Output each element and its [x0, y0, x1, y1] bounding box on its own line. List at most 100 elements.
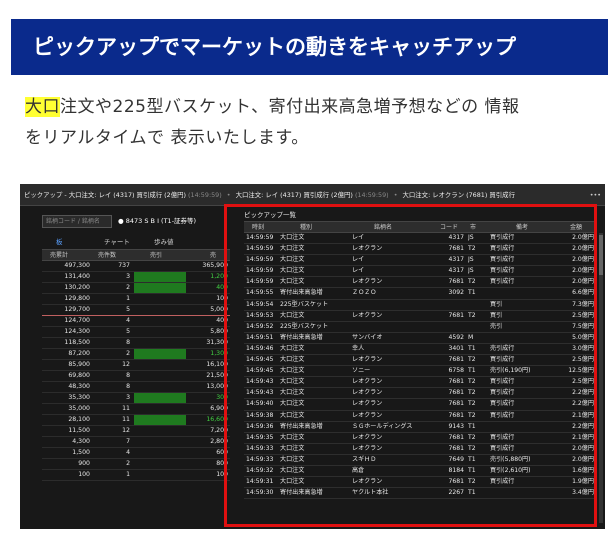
bar-cell [134, 261, 186, 271]
table-row[interactable]: 4,300 7 2,800 [42, 437, 230, 448]
description-line1: 注文や225型バスケット、寄付出来高急増予想などの 情報 [60, 97, 520, 117]
count-cell: 2 [126, 284, 130, 291]
cumulative-cell: 28,100 [68, 416, 90, 423]
stock-name: ● 8473 S B I (T1-証券等) [118, 217, 197, 225]
count-cell: 2 [126, 350, 130, 357]
bar-cell [134, 382, 186, 392]
ticker-time: (14:59:59) [354, 191, 389, 199]
col-header: 売件数 [98, 252, 117, 259]
cumulative-cell: 87,200 [68, 350, 90, 357]
ticker-item[interactable]: 大口注文: レイ (4317) 買引成行 (2億円) [236, 191, 353, 199]
ticker-time: (14:59:59) [188, 191, 222, 199]
qty-cell: 21,500 [206, 372, 228, 379]
description-line2: をリアルタイムで 表示いたします。 [25, 128, 309, 148]
ticker-item[interactable]: 大口注文: レオクラン (7681) 買引成行 [403, 191, 515, 199]
table-row[interactable]: 48,300 8 13,000 [42, 382, 230, 393]
cumulative-cell: 35,300 [68, 394, 90, 401]
cumulative-cell: 131,400 [64, 273, 90, 280]
ticker-bar: ピックアップ - 大口注文: レイ (4317) 買引成行 (2億円) (14:… [20, 184, 605, 206]
count-cell: 2 [126, 460, 130, 467]
bar-cell [134, 360, 186, 370]
bar-cell [134, 470, 186, 480]
count-cell: 8 [126, 372, 130, 379]
qty-cell: 13,000 [206, 383, 228, 390]
qty-cell: 300 [216, 394, 228, 401]
description-highlight: 大口 [25, 97, 60, 117]
table-row[interactable]: 497,300 737 365,900 [42, 261, 230, 272]
scrollbar[interactable] [599, 233, 603, 523]
col-header: 売引 [150, 252, 163, 259]
count-cell: 4 [126, 449, 130, 456]
cumulative-cell: 118,500 [64, 339, 90, 346]
count-cell: 1 [126, 295, 130, 302]
bar-cell [134, 283, 186, 293]
count-cell: 5 [126, 328, 130, 335]
menu-icon[interactable]: ••• [590, 184, 601, 205]
bar-cell [134, 459, 186, 469]
banner-title: ピックアップでマーケットの動きをキャッチアップ [11, 19, 608, 75]
table-row[interactable]: 900 2 800 [42, 459, 230, 470]
count-cell: 11 [122, 416, 130, 423]
qty-cell: 31,300 [206, 339, 228, 346]
cumulative-cell: 130,200 [64, 284, 90, 291]
qty-cell: 400 [216, 317, 228, 324]
stock-code-input[interactable]: 銘柄コード / 銘柄名 [42, 215, 112, 228]
bar-cell [134, 305, 186, 315]
cumulative-cell: 11,500 [68, 427, 90, 434]
count-cell: 7 [126, 438, 130, 445]
cumulative-cell: 129,800 [64, 295, 90, 302]
qty-cell: 7,200 [210, 427, 228, 434]
table-row[interactable]: 129,800 1 100 [42, 294, 230, 305]
table-row[interactable]: 69,800 8 21,500 [42, 371, 230, 382]
tab-chart[interactable]: チャート [104, 236, 130, 248]
table-row[interactable]: 11,500 12 7,200 [42, 426, 230, 437]
table-row[interactable]: 1,500 4 600 [42, 448, 230, 459]
table-row[interactable]: 87,200 2 1,300 [42, 349, 230, 360]
cumulative-cell: 100 [78, 471, 90, 478]
table-row[interactable]: 35,000 11 6,900 [42, 404, 230, 415]
count-cell: 737 [118, 262, 130, 269]
panel-tabs: 板 チャート 歩み値 [42, 236, 230, 248]
qty-cell: 400 [216, 284, 228, 291]
order-book-rows: 497,300 737 365,900 131,400 3 1,200 130,200 2 40… [42, 261, 230, 481]
bar-cell [134, 437, 186, 447]
table-row[interactable]: 124,300 5 5,800 [42, 327, 230, 338]
count-cell: 1 [126, 471, 130, 478]
description: 大口注文や225型バスケット、寄付出来高急増予想などの 情報 をリアルタイムで … [25, 92, 610, 154]
cumulative-cell: 124,300 [64, 328, 90, 335]
count-cell: 3 [126, 394, 130, 401]
cumulative-cell: 85,900 [68, 361, 90, 368]
qty-cell: 100 [216, 295, 228, 302]
count-cell: 5 [126, 306, 130, 313]
bar-cell [134, 448, 186, 458]
tab-trades[interactable]: 歩み値 [154, 236, 174, 248]
bar-cell [134, 426, 186, 436]
table-row[interactable]: 129,700 5 5,000 [42, 305, 230, 316]
table-row[interactable]: 118,500 8 31,300 [42, 338, 230, 349]
table-row[interactable]: 28,100 11 16,600 [42, 415, 230, 426]
scrollbar-thumb[interactable] [599, 235, 603, 275]
cumulative-cell: 1,500 [72, 449, 90, 456]
qty-cell: 16,100 [206, 361, 228, 368]
tab-board[interactable]: 板 [56, 236, 63, 248]
table-row[interactable]: 124,700 4 400 [42, 316, 230, 327]
cumulative-cell: 497,300 [64, 262, 90, 269]
col-header: 売累計 [50, 252, 69, 259]
table-row[interactable]: 130,200 2 400 [42, 283, 230, 294]
cumulative-cell: 69,800 [68, 372, 90, 379]
table-row[interactable]: 131,400 3 1,200 [42, 272, 230, 283]
count-cell: 12 [122, 361, 130, 368]
bar-cell [134, 415, 186, 425]
qty-cell: 600 [216, 449, 228, 456]
ticker-item[interactable]: ピックアップ - 大口注文: レイ (4317) 買引成行 (2億円) [24, 191, 186, 199]
qty-cell: 1,300 [210, 350, 228, 357]
table-row[interactable]: 85,900 12 16,100 [42, 360, 230, 371]
cumulative-cell: 124,700 [64, 317, 90, 324]
highlight-frame [224, 204, 597, 527]
cumulative-cell: 4,300 [72, 438, 90, 445]
table-row[interactable]: 100 1 100 [42, 470, 230, 481]
count-cell: 12 [122, 427, 130, 434]
bar-cell [134, 294, 186, 304]
qty-cell: 800 [216, 460, 228, 467]
table-row[interactable]: 35,300 3 300 [42, 393, 230, 404]
